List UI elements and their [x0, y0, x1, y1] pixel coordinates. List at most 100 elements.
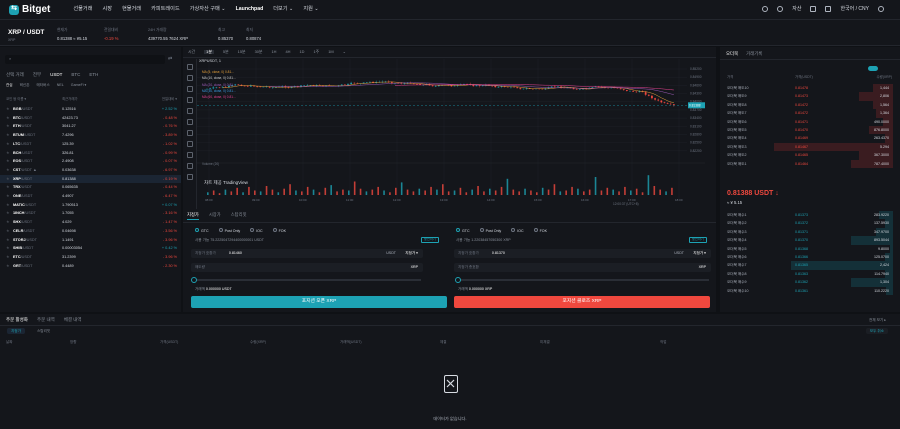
interval-tab-3[interactable]: 15분	[238, 49, 246, 54]
sell-percent-slider[interactable]	[455, 277, 709, 283]
interval-tab-6[interactable]: 4H	[286, 49, 291, 54]
crosshair-icon[interactable]	[187, 64, 193, 70]
assets-link[interactable]: 자산	[792, 6, 801, 12]
nav-item-5[interactable]: Launchpad	[236, 6, 264, 12]
ask-row[interactable]: 오더북 매도9 0.81473 2,806	[720, 92, 897, 101]
order-tab-1[interactable]: 시장가	[209, 212, 221, 220]
market-row[interactable]: ★ SHIB/USDT 0.00003054 + 0.42 %	[0, 244, 181, 253]
bid-row[interactable]: 오더북 매수10 0.81361 110.2220	[720, 286, 897, 295]
interval-tab-2[interactable]: 5분	[223, 49, 229, 54]
sell-price-input[interactable]: 지정가 호환가 0.81370 USDT 지정가 ▾	[454, 249, 711, 258]
star-icon[interactable]: ★	[6, 116, 9, 121]
market-row[interactable]: ★ 1INCH/USDT 1.7055 - 3.16 %	[0, 209, 181, 218]
interval-tab-1[interactable]: 1분	[204, 49, 214, 54]
star-icon[interactable]: ★	[6, 177, 9, 182]
download-app-icon[interactable]	[825, 6, 832, 12]
fib-icon[interactable]	[187, 86, 193, 92]
buy-percent-slider[interactable]	[191, 277, 421, 283]
cancel-all-button[interactable]: 모두 취소	[865, 328, 888, 335]
market-row[interactable]: ★ SHX/USDT 4.029 - 1.47 %	[0, 218, 181, 227]
orders-tab-0[interactable]: 주문 활성화	[6, 317, 28, 322]
order-tab-0[interactable]: 지정가	[187, 212, 199, 221]
bid-row[interactable]: 오더북 매수7 0.81365 2,424	[720, 261, 897, 270]
market-subtab-2[interactable]: 메타버스	[37, 83, 50, 87]
pair-title[interactable]: XRP / USDT	[8, 29, 44, 37]
orders-tab-1[interactable]: 주문 내역	[37, 317, 55, 322]
market-row[interactable]: ★ STORJ/USDT 1.1491 - 3.96 %	[0, 236, 181, 245]
nav-item-7[interactable]: 지원 ⌄	[303, 6, 318, 12]
market-row[interactable]: ★ BTUM/USDT 7.4296 - 3.89 %	[0, 131, 181, 140]
nav-item-3[interactable]: 카피트레이드	[151, 6, 180, 12]
order-type-2[interactable]: IOC	[250, 228, 263, 233]
star-icon[interactable]: ★	[6, 211, 9, 216]
market-subtab-4[interactable]: GameFi ▾	[71, 83, 87, 87]
order-type-0[interactable]: GTC	[195, 228, 209, 233]
market-search-input[interactable]: ⌕	[5, 55, 165, 64]
order-type-3[interactable]: FOK	[272, 228, 286, 233]
star-icon[interactable]: ★	[6, 194, 9, 199]
bid-row[interactable]: 오더북 매수5 0.81368 9.8000	[720, 244, 897, 253]
close-position-button[interactable]: 포지션 클로즈 XRP	[454, 296, 710, 308]
star-icon[interactable]: ★	[6, 168, 9, 173]
language-selector[interactable]: 한국어 / CNY	[840, 6, 869, 12]
nav-item-4[interactable]: 가상자산 구매 ⌄	[190, 6, 226, 12]
buy-deposit-button[interactable]: 충전하기	[421, 237, 439, 243]
tradingview-credit[interactable]: 차트 제공 TradingView	[204, 180, 248, 185]
order-type-2[interactable]: IOC	[511, 228, 524, 233]
bell-icon[interactable]	[810, 6, 817, 12]
market-row[interactable]: ★ ETC/USDT 31.2399 - 3.96 %	[0, 253, 181, 262]
depth-toggle[interactable]	[868, 66, 878, 71]
market-row[interactable]: ★ XRP/USDT 0.81388 - 0.19 %	[0, 174, 181, 184]
star-icon[interactable]: ★	[6, 151, 9, 156]
market-row[interactable]: ★ TRX/USDT 0.065635 - 0.44 %	[0, 183, 181, 192]
market-row[interactable]: ★ ETH/USDT 3041.27 - 0.76 %	[0, 122, 181, 131]
market-subtab-0[interactable]: 관심	[6, 83, 13, 87]
ask-row[interactable]: 오더북 매도8 0.81472 1,564	[720, 100, 897, 110]
ask-row[interactable]: 오더북 매도1 0.81464 787.4000	[720, 159, 897, 168]
market-tab-2[interactable]: USDT	[50, 72, 62, 77]
bid-row[interactable]: 오더북 매수3 0.81371 347.9700	[720, 227, 897, 237]
star-icon[interactable]: ★	[6, 203, 9, 208]
market-row[interactable]: ★ BGB/USDT 0.12516 + 2.52 %	[0, 105, 181, 114]
settings-icon[interactable]	[878, 6, 884, 12]
star-icon[interactable]: ★	[6, 107, 9, 112]
market-row[interactable]: ★ ONE/USDT 4.4907 - 6.47 %	[0, 192, 181, 201]
subtab-limit[interactable]: 지정가	[7, 328, 25, 335]
show-all-link[interactable]: 전체 보기 ▸	[869, 318, 886, 322]
nav-item-0[interactable]: 선물거래	[73, 6, 92, 12]
profile-icon[interactable]	[777, 6, 784, 12]
brush-icon[interactable]	[187, 97, 193, 103]
buy-qty-input[interactable]: 매도량 XRP	[191, 263, 423, 272]
swap-icon[interactable]: ⇄	[168, 56, 172, 62]
orders-tab-2[interactable]: 체결 내역	[64, 317, 82, 322]
brand-logo[interactable]: ⇆ Bitget	[9, 4, 50, 16]
order-tab-2[interactable]: 스탑리밋	[231, 212, 247, 220]
download-icon[interactable]	[762, 6, 769, 12]
nav-item-1[interactable]: 시장	[102, 6, 112, 12]
interval-tab-0[interactable]: 시간	[188, 49, 195, 54]
nav-item-6[interactable]: 더보기 ⌄	[273, 6, 293, 12]
market-row[interactable]: ★ BCH/USDT 326.81 - 0.99 %	[0, 149, 181, 158]
market-tab-3[interactable]: BTC	[71, 72, 80, 77]
sell-deposit-button[interactable]: 충전하기	[689, 237, 707, 243]
bid-row[interactable]: 오더북 매수6 0.81366 125.0700	[720, 253, 897, 262]
bid-row[interactable]: 오더북 매수4 0.81370 893.5044	[720, 236, 897, 245]
market-row[interactable]: ★ GRT/USDT 0.4489 - 2.30 %	[0, 262, 181, 271]
ask-row[interactable]: 오더북 매도7 0.81472 1,364	[720, 109, 897, 118]
star-icon[interactable]: ★	[6, 133, 9, 138]
book-tab-0[interactable]: 오더북	[726, 51, 738, 56]
order-type-1[interactable]: Post Only	[479, 228, 501, 233]
market-row[interactable]: ★ MATIC/USDT 1.790513 + 0.07 %	[0, 201, 181, 210]
ask-row[interactable]: 오더북 매도6 0.81471 490.0000	[720, 117, 897, 126]
market-tab-0[interactable]: 선택 거래	[6, 72, 24, 77]
interval-tab-10[interactable]: ⌄	[343, 49, 346, 54]
order-type-1[interactable]: Post Only	[218, 228, 240, 233]
magnet-icon[interactable]	[187, 152, 193, 158]
trendline-icon[interactable]	[187, 75, 193, 81]
star-icon[interactable]: ★	[6, 159, 9, 164]
ask-row[interactable]: 오더북 매도10 0.81478 1,444	[720, 84, 897, 93]
market-tab-4[interactable]: ETH	[89, 72, 98, 77]
ask-row[interactable]: 오더북 매도3 0.81467 5.294	[720, 142, 897, 152]
col-price[interactable]: 최근거래가	[62, 97, 78, 101]
market-row[interactable]: ★ BTC/USDT 42423.73 - 0.48 %	[0, 114, 181, 123]
